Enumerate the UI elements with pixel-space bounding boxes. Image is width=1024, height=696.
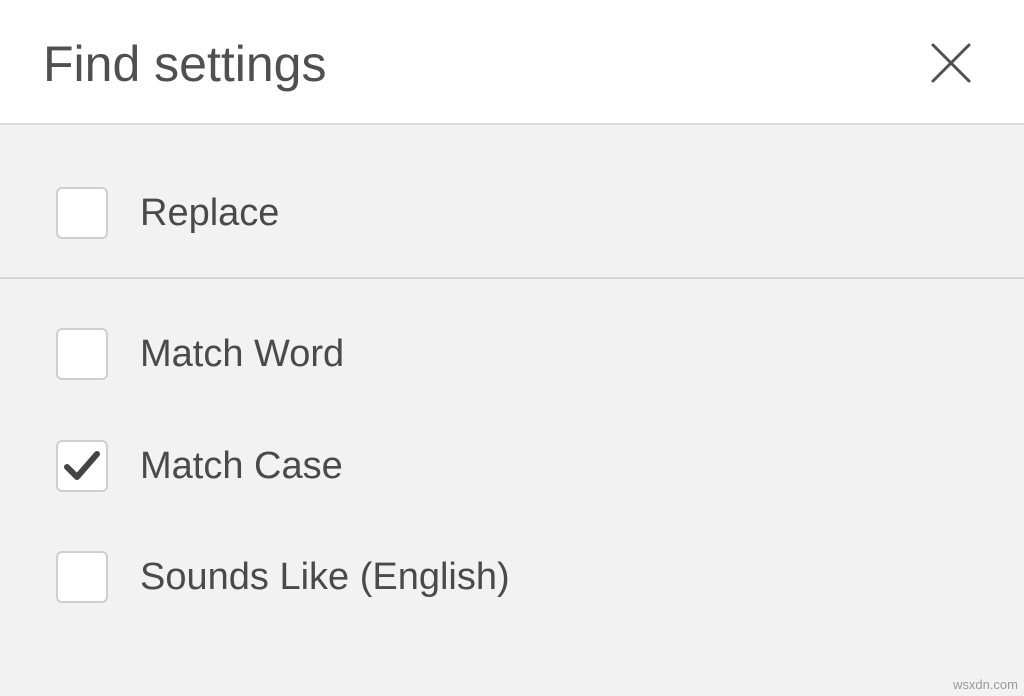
checkmark-icon	[64, 451, 100, 480]
match-case-label: Match Case	[140, 445, 343, 487]
match-word-checkbox[interactable]	[56, 328, 108, 380]
sounds-like-option[interactable]: Sounds Like (English)	[56, 549, 510, 605]
replace-checkbox[interactable]	[56, 187, 108, 239]
watermark: wsxdn.com	[952, 677, 1018, 692]
replace-label: Replace	[140, 192, 280, 234]
match-word-option[interactable]: Match Word	[56, 326, 344, 382]
close-icon	[931, 43, 971, 83]
sounds-like-label: Sounds Like (English)	[140, 556, 510, 598]
close-button[interactable]	[926, 38, 976, 88]
dialog-header: Find settings	[0, 0, 1024, 125]
match-case-checkbox[interactable]	[56, 440, 108, 492]
match-word-label: Match Word	[140, 333, 345, 375]
match-case-option[interactable]: Match Case	[56, 438, 343, 494]
page-title: Find settings	[43, 36, 327, 92]
sounds-like-checkbox[interactable]	[56, 551, 108, 603]
replace-option[interactable]: Replace	[56, 185, 279, 241]
